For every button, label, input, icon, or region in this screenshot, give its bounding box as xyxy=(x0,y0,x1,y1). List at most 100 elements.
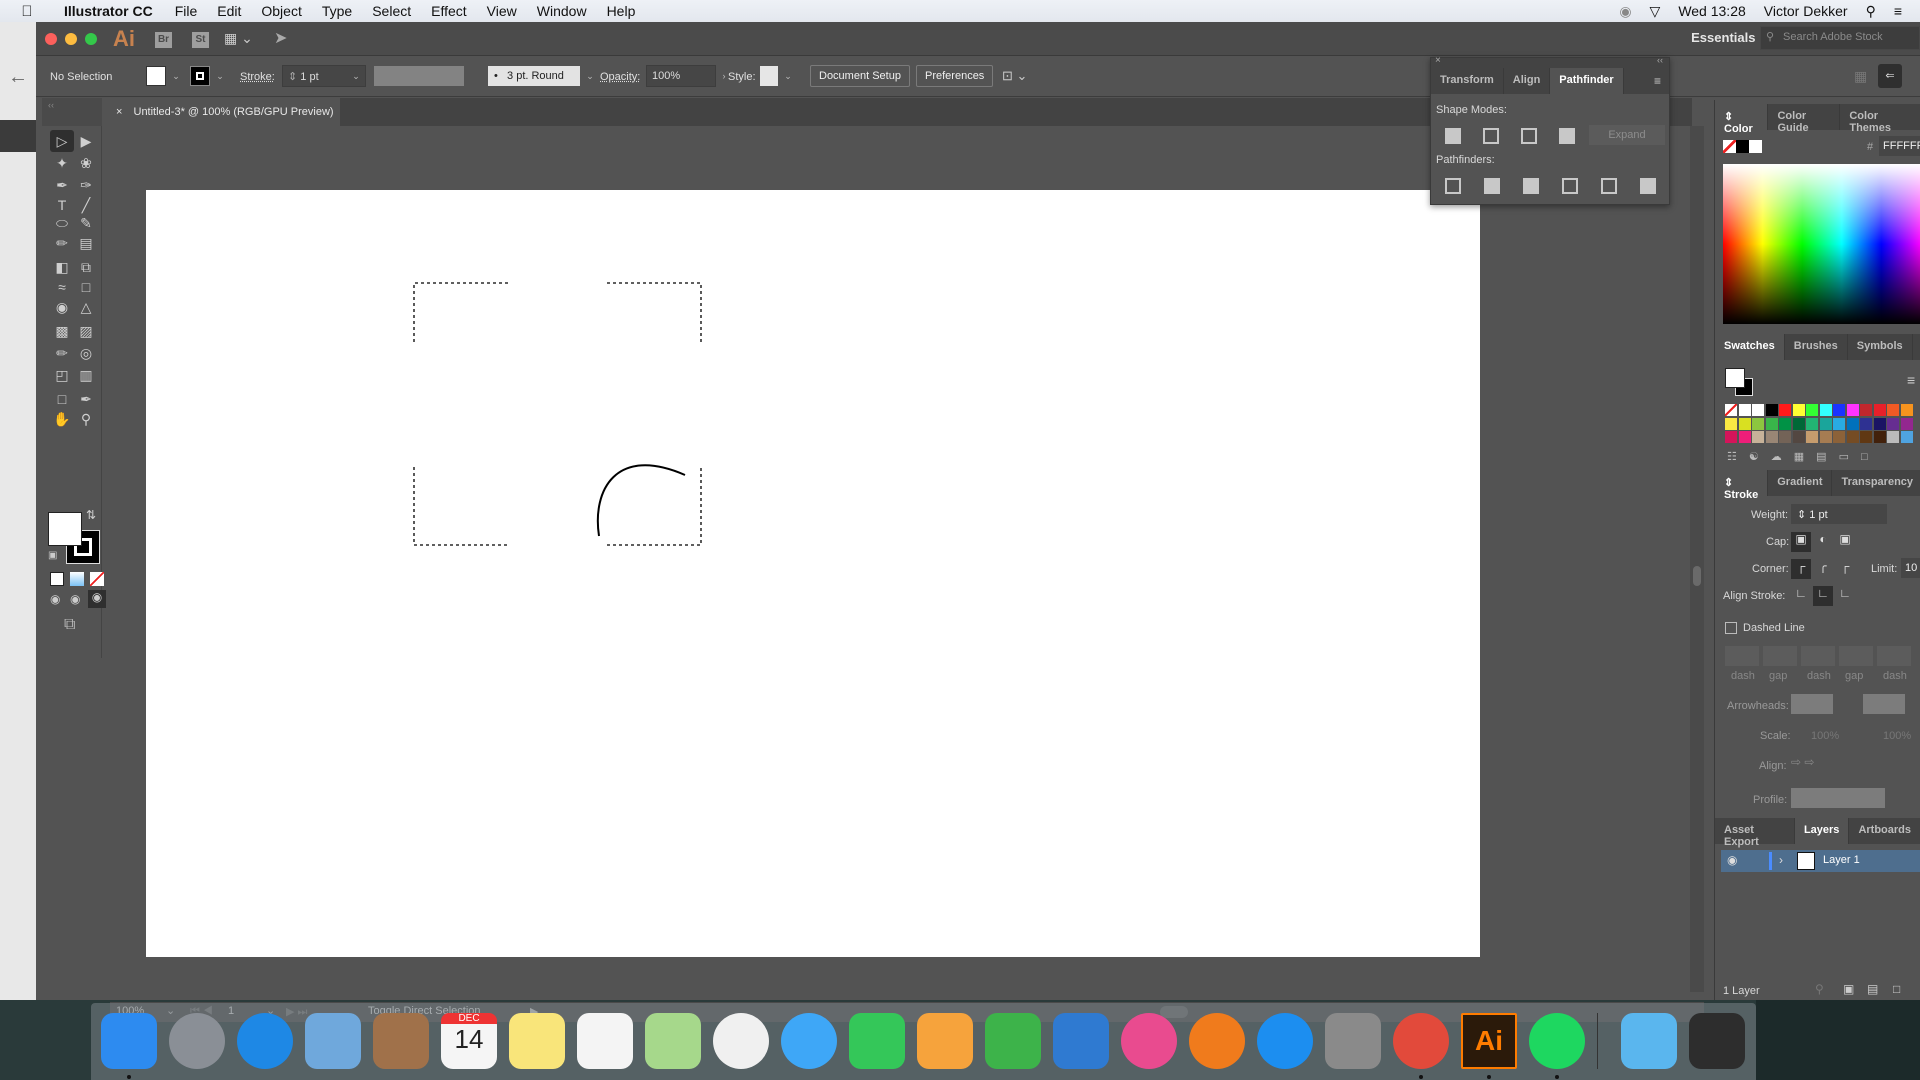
align-center-icon[interactable]: ∟ xyxy=(1791,586,1811,606)
swatch[interactable] xyxy=(1887,431,1899,443)
dashed-line-checkbox[interactable] xyxy=(1725,622,1737,634)
lasso-tool[interactable]: ❀ xyxy=(74,152,98,174)
collapse-panel-icon[interactable]: ‹‹ xyxy=(1657,55,1663,65)
new-swatch-icon[interactable]: □ xyxy=(1861,451,1880,463)
expand-button[interactable]: Expand xyxy=(1589,125,1665,145)
none-mode-icon[interactable] xyxy=(90,572,104,586)
style-chevron-icon[interactable]: ⌄ xyxy=(780,65,796,87)
tab-color-themes[interactable]: Color Themes xyxy=(1840,104,1920,134)
shape-builder-tool[interactable]: ◉ xyxy=(50,296,74,318)
tab-brushes[interactable]: Brushes xyxy=(1785,334,1848,360)
eye-icon[interactable]: ◉ xyxy=(1727,853,1737,867)
direct-selection-tool[interactable]: ▶ xyxy=(74,130,98,152)
panel-menu-icon[interactable]: ≡ xyxy=(1646,68,1669,94)
dock-app-calendar[interactable]: DEC 14 xyxy=(441,1013,497,1069)
close-tab-icon[interactable]: × xyxy=(116,106,122,118)
swatch[interactable] xyxy=(1738,404,1751,416)
unite-icon[interactable] xyxy=(1445,128,1461,144)
column-graph-tool[interactable]: ▥ xyxy=(74,364,98,386)
shaper-tool[interactable]: ✏ xyxy=(50,232,74,254)
dock-app-system-preferences[interactable] xyxy=(1325,1013,1381,1069)
divide-icon[interactable] xyxy=(1445,178,1461,194)
swatch[interactable] xyxy=(1779,431,1791,443)
menu-window[interactable]: Window xyxy=(527,0,597,22)
white-color-swatch[interactable] xyxy=(1749,140,1762,153)
swatch[interactable] xyxy=(1725,417,1737,430)
swatch[interactable] xyxy=(1752,404,1764,416)
make-clipping-mask-icon[interactable]: ▣ xyxy=(1843,982,1854,996)
fill-dropdown-chevron-icon[interactable]: ⌄ xyxy=(168,65,184,87)
arrowhead-end-select[interactable] xyxy=(1863,694,1905,714)
dock-app-finder[interactable] xyxy=(101,1013,157,1069)
intersect-icon[interactable] xyxy=(1521,128,1537,144)
mesh-tool[interactable]: ▩ xyxy=(50,320,74,342)
tab-color[interactable]: ⇕ Color xyxy=(1715,104,1769,135)
tab-asset-export[interactable]: Asset Export xyxy=(1715,818,1795,848)
dock-app-safari[interactable] xyxy=(237,1013,293,1069)
tab-gradient[interactable]: Gradient xyxy=(1768,470,1833,496)
scale-start-input[interactable]: 100% xyxy=(1811,730,1839,742)
blend-tool[interactable]: ◎ xyxy=(74,342,98,364)
zoom-window-button[interactable] xyxy=(85,33,97,45)
align-inside-icon[interactable]: ∟ xyxy=(1813,586,1833,606)
arrange-panels-icon[interactable]: ▦ xyxy=(1854,68,1867,85)
scale-tool[interactable]: ⧉ xyxy=(74,256,98,278)
dock-app-app-store[interactable] xyxy=(1257,1013,1313,1069)
vertical-scroll-thumb[interactable] xyxy=(1693,566,1701,586)
dock-app-illustrator[interactable]: Ai xyxy=(1461,1013,1517,1069)
dock-app-numbers[interactable] xyxy=(985,1013,1041,1069)
crop-icon[interactable] xyxy=(1562,178,1578,194)
brush-definition[interactable]: • 3 pt. Round xyxy=(488,66,580,86)
draw-normal-icon[interactable]: ◉ xyxy=(50,592,60,606)
swatch[interactable] xyxy=(1860,431,1872,443)
creative-cloud-icon[interactable]: ◉ xyxy=(1619,3,1631,20)
swatch[interactable] xyxy=(1792,431,1805,443)
swatch[interactable] xyxy=(1819,417,1832,430)
swatch[interactable] xyxy=(1833,404,1845,416)
eraser-tool[interactable]: ▤ xyxy=(74,232,98,254)
swatch[interactable] xyxy=(1752,431,1764,443)
gradient-tool[interactable]: ▨ xyxy=(74,320,98,342)
dock-app-contacts[interactable] xyxy=(373,1013,429,1069)
stroke-label[interactable]: Stroke: xyxy=(240,71,275,83)
layer-name[interactable]: Layer 1 xyxy=(1823,854,1860,866)
swatch[interactable] xyxy=(1873,431,1886,443)
swatch[interactable] xyxy=(1765,417,1778,430)
swatch[interactable] xyxy=(1833,417,1845,430)
swatch[interactable] xyxy=(1725,404,1737,416)
menu-file[interactable]: File xyxy=(165,0,208,22)
none-color-swatch[interactable] xyxy=(1723,140,1736,153)
dock-app-photos[interactable] xyxy=(713,1013,769,1069)
opacity-label[interactable]: Opacity: xyxy=(600,71,640,83)
dock-app-keynote[interactable] xyxy=(1053,1013,1109,1069)
tab-align[interactable]: Align xyxy=(1504,68,1551,94)
minimize-window-button[interactable] xyxy=(65,33,77,45)
draw-inside-icon[interactable]: ◉ xyxy=(88,590,106,608)
tab-swatches[interactable]: Swatches xyxy=(1715,334,1785,360)
layer-row[interactable]: ◉ › Layer 1 xyxy=(1721,850,1920,872)
swatches-menu-icon[interactable]: ≡ xyxy=(1907,372,1915,388)
swatch[interactable] xyxy=(1779,404,1791,416)
menu-type[interactable]: Type xyxy=(312,0,362,22)
arc-path[interactable] xyxy=(596,464,686,537)
swatch[interactable] xyxy=(1846,431,1859,443)
swatch[interactable] xyxy=(1860,404,1872,416)
tab-artboards[interactable]: Artboards xyxy=(1849,818,1920,844)
free-transform-tool[interactable]: □ xyxy=(74,276,98,298)
screen-mode-icon[interactable]: ⧉ xyxy=(64,616,75,634)
eyedropper-tool[interactable]: ✏ xyxy=(50,342,74,364)
swatch[interactable] xyxy=(1900,404,1913,416)
new-color-group-icon[interactable]: ▤ xyxy=(1816,451,1838,463)
pen-tool[interactable]: ✒ xyxy=(50,174,74,196)
paintbrush-tool[interactable]: ✎ xyxy=(74,212,98,234)
round-cap-icon[interactable]: ◐ xyxy=(1813,532,1833,552)
show-swatch-kinds-icon[interactable]: ☯ xyxy=(1749,451,1771,463)
new-folder-icon[interactable]: ▭ xyxy=(1839,451,1861,463)
magic-wand-tool[interactable]: ✦ xyxy=(50,152,74,174)
color-mode-icon[interactable] xyxy=(50,572,64,586)
dash-gap-input[interactable] xyxy=(1801,646,1835,666)
vertical-scrollbar[interactable] xyxy=(1690,126,1704,992)
color-spectrum[interactable] xyxy=(1723,164,1920,324)
swatch[interactable] xyxy=(1833,431,1845,443)
arrow-align-icons[interactable]: ⇨ ⇨ xyxy=(1791,755,1814,769)
